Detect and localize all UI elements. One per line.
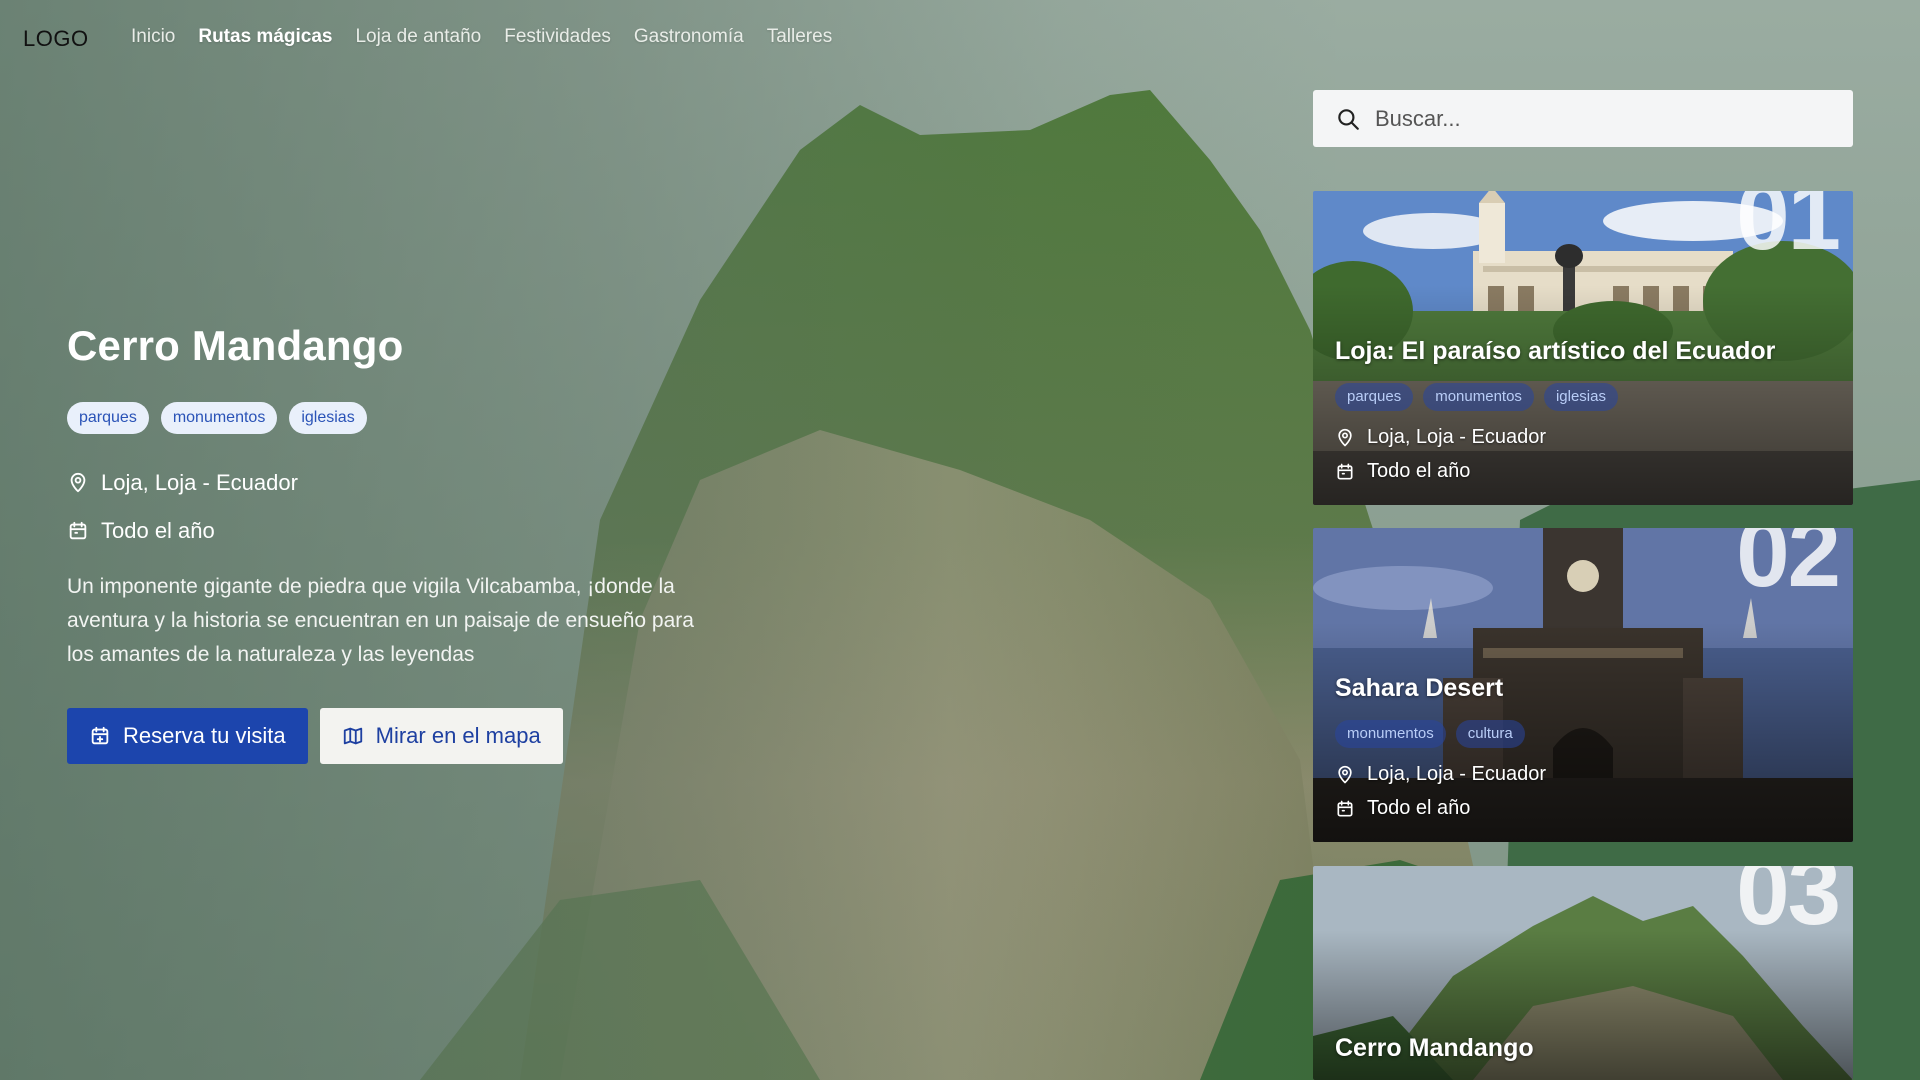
nav-link-talleres[interactable]: Talleres xyxy=(767,26,832,48)
page-title: Cerro Mandango xyxy=(67,322,404,369)
card-location: Loja, Loja - Ecuador xyxy=(1335,426,1546,449)
card-tags: parques monumentos iglesias xyxy=(1335,383,1618,411)
map-pin-icon xyxy=(70,472,86,493)
calendar-plus-icon xyxy=(91,726,109,745)
hero-tags: parques monumentos iglesias xyxy=(67,402,707,434)
hero-season-text: Todo el año xyxy=(101,518,215,543)
card-title: Cerro Mandango xyxy=(1335,1034,1534,1062)
card-tag-monumentos[interactable]: monumentos xyxy=(1335,720,1446,748)
calendar-icon xyxy=(1337,800,1353,816)
hero-actions: Reserva tu visita Mirar en el mapa xyxy=(67,708,707,764)
search-icon xyxy=(1338,108,1359,130)
calendar-icon xyxy=(69,521,87,540)
hero-season: Todo el año xyxy=(67,518,707,544)
destination-card-01[interactable]: 01 Loja: El paraíso artístico del Ecuado… xyxy=(1313,191,1853,505)
reserve-visit-button[interactable]: Reserva tu visita xyxy=(67,708,308,764)
card-location: Loja, Loja - Ecuador xyxy=(1335,763,1546,786)
map-icon xyxy=(343,727,362,745)
card-location-text: Loja, Loja - Ecuador xyxy=(1367,763,1547,785)
card-tag-iglesias[interactable]: iglesias xyxy=(1543,383,1618,411)
card-season: Todo el año xyxy=(1335,797,1470,820)
hero-section: Cerro Mandango parques monumentos iglesi… xyxy=(67,322,707,764)
map-pin-icon xyxy=(1338,765,1352,783)
view-on-map-button[interactable]: Mirar en el mapa xyxy=(319,708,563,764)
destination-card-02[interactable]: 02 Sahara Desert monumentos cultura Loja… xyxy=(1313,528,1853,842)
view-on-map-label: Mirar en el mapa xyxy=(375,723,541,748)
card-title: Sahara Desert xyxy=(1335,674,1504,702)
card-location-text: Loja, Loja - Ecuador xyxy=(1367,426,1547,448)
nav-link-inicio[interactable]: Inicio xyxy=(131,26,175,48)
nav-link-festividades[interactable]: Festividades xyxy=(504,26,611,48)
hero-description: Un imponente gigante de piedra que vigil… xyxy=(67,575,694,666)
card-tags: monumentos cultura xyxy=(1335,720,1525,748)
nav-links: Inicio Rutas mágicas Loja de antaño Fest… xyxy=(131,26,832,48)
card-season-text: Todo el año xyxy=(1367,460,1471,482)
nav-link-gastronomia[interactable]: Gastronomía xyxy=(634,26,744,48)
card-tag-parques[interactable]: parques xyxy=(1335,383,1414,411)
map-pin-icon xyxy=(1338,428,1352,446)
nav-link-rutas-magicas[interactable]: Rutas mágicas xyxy=(198,26,332,48)
destination-card-03[interactable]: 03 Cerro Mandango xyxy=(1313,866,1853,1080)
hero-location-text: Loja, Loja - Ecuador xyxy=(101,470,298,495)
card-season: Todo el año xyxy=(1335,460,1470,483)
search-input[interactable] xyxy=(1375,105,1815,132)
tag-parques[interactable]: parques xyxy=(67,402,149,434)
hero-location: Loja, Loja - Ecuador xyxy=(67,470,707,496)
top-navigation: LOGO Inicio Rutas mágicas Loja de antaño… xyxy=(0,0,1920,76)
card-number: 03 xyxy=(1736,866,1841,945)
card-season-text: Todo el año xyxy=(1367,797,1471,819)
card-tag-monumentos[interactable]: monumentos xyxy=(1423,383,1534,411)
calendar-icon xyxy=(1337,463,1353,479)
card-tag-cultura[interactable]: cultura xyxy=(1455,720,1525,748)
search-bar xyxy=(1313,90,1853,147)
card-number: 02 xyxy=(1736,528,1841,607)
tag-iglesias[interactable]: iglesias xyxy=(289,402,367,434)
logo[interactable]: LOGO xyxy=(23,26,89,52)
reserve-visit-label: Reserva tu visita xyxy=(123,723,286,748)
tag-monumentos[interactable]: monumentos xyxy=(160,402,278,434)
card-title: Loja: El paraíso artístico del Ecuador xyxy=(1335,337,1776,365)
card-number: 01 xyxy=(1736,191,1841,270)
nav-link-loja-de-antano[interactable]: Loja de antaño xyxy=(355,26,481,48)
